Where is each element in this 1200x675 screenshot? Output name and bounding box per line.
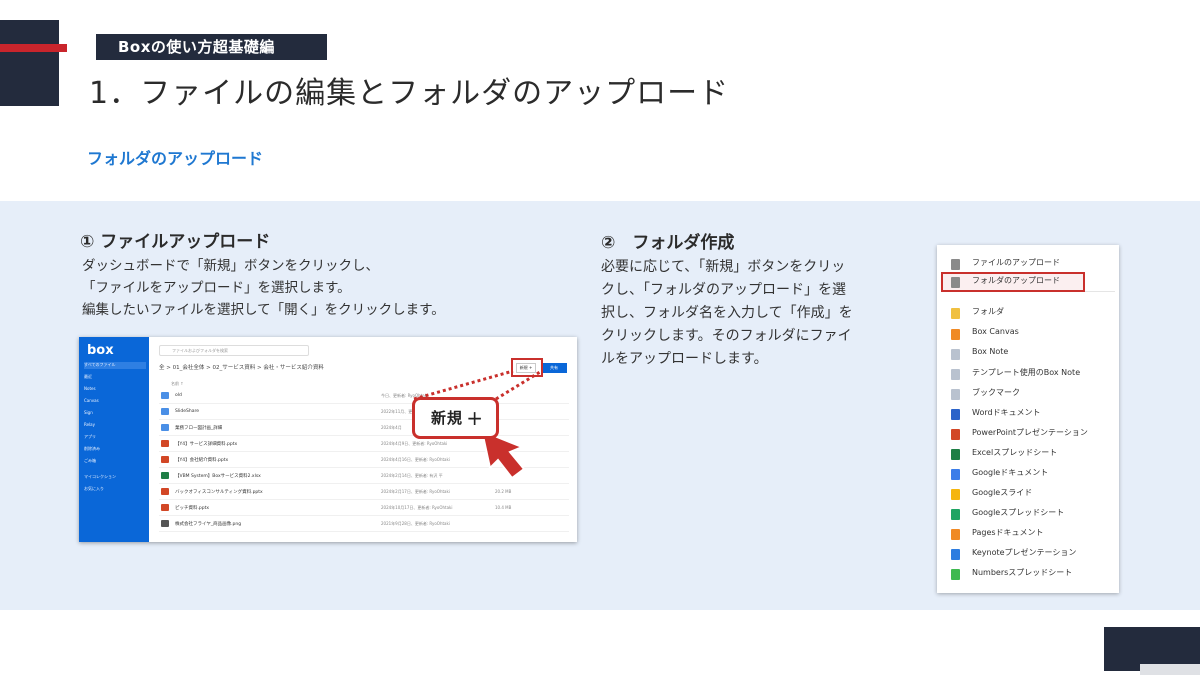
- menu-item-label: ファイルのアップロード: [972, 258, 1060, 267]
- pages-icon: [951, 529, 960, 540]
- menu-item-label: Keynoteプレゼンテーション: [972, 548, 1077, 557]
- menu-item-label: フォルダのアップロード: [972, 276, 1060, 285]
- menu-item[interactable]: Keynoteプレゼンテーション: [937, 544, 1119, 564]
- new-button-callout: 新規 +: [412, 397, 499, 439]
- menu-item-label: ブックマーク: [972, 388, 1020, 397]
- word-icon: [951, 409, 960, 420]
- menu-item[interactable]: テンプレート使用のBox Note: [937, 364, 1119, 384]
- google-sheets-icon: [951, 509, 960, 520]
- callout-label: 新規: [431, 409, 464, 427]
- folder-upload-icon: [951, 277, 960, 288]
- menu-item-label: Googleスライド: [972, 488, 1033, 497]
- menu-item[interactable]: Pagesドキュメント: [937, 524, 1119, 544]
- menu-item[interactable]: PowerPointプレゼンテーション: [937, 424, 1119, 444]
- canvas-icon: [951, 329, 960, 340]
- menu-item[interactable]: Box Canvas: [937, 324, 1119, 344]
- menu-item-label: Googleスプレッドシート: [972, 508, 1065, 517]
- note-icon: [951, 349, 960, 360]
- menu-item[interactable]: フォルダ: [937, 303, 1119, 323]
- menu-item[interactable]: フォルダのアップロード: [941, 272, 1085, 292]
- menu-item[interactable]: Googleドキュメント: [937, 464, 1119, 484]
- menu-item-label: フォルダ: [972, 307, 1004, 316]
- menu-item-label: Numbersスプレッドシート: [972, 568, 1073, 577]
- powerpoint-icon: [951, 429, 960, 440]
- plus-icon: +: [466, 406, 484, 430]
- menu-item[interactable]: Wordドキュメント: [937, 404, 1119, 424]
- numbers-icon: [951, 569, 960, 580]
- menu-item[interactable]: ブックマーク: [937, 384, 1119, 404]
- menu-item-label: PowerPointプレゼンテーション: [972, 428, 1088, 437]
- bookmark-icon: [951, 389, 960, 400]
- google-docs-icon: [951, 469, 960, 480]
- menu-item[interactable]: Box Note: [937, 344, 1119, 364]
- menu-item[interactable]: Googleスプレッドシート: [937, 504, 1119, 524]
- menu-item-label: Box Note: [972, 347, 1009, 356]
- menu-item[interactable]: Numbersスプレッドシート: [937, 564, 1119, 584]
- menu-item-label: Pagesドキュメント: [972, 528, 1044, 537]
- excel-icon: [951, 449, 960, 460]
- menu-item[interactable]: Excelスプレッドシート: [937, 444, 1119, 464]
- corner-decoration-light: [1140, 664, 1200, 675]
- menu-item[interactable]: ファイルのアップロード: [937, 254, 1119, 274]
- menu-item-label: Googleドキュメント: [972, 468, 1049, 477]
- menu-item-label: Box Canvas: [972, 327, 1019, 336]
- google-slides-icon: [951, 489, 960, 500]
- menu-item-label: テンプレート使用のBox Note: [972, 368, 1081, 377]
- menu-item[interactable]: Googleスライド: [937, 484, 1119, 504]
- menu-item-label: Wordドキュメント: [972, 408, 1041, 417]
- menu-item-label: Excelスプレッドシート: [972, 448, 1058, 457]
- callout-dotted-line: [413, 369, 514, 401]
- folder-icon: [951, 308, 960, 319]
- keynote-icon: [951, 549, 960, 560]
- new-dropdown-menu: ファイルのアップロード フォルダのアップロード フォルダ Box Canvas Box …: [937, 245, 1119, 593]
- upload-icon: [951, 259, 960, 270]
- template-note-icon: [951, 369, 960, 380]
